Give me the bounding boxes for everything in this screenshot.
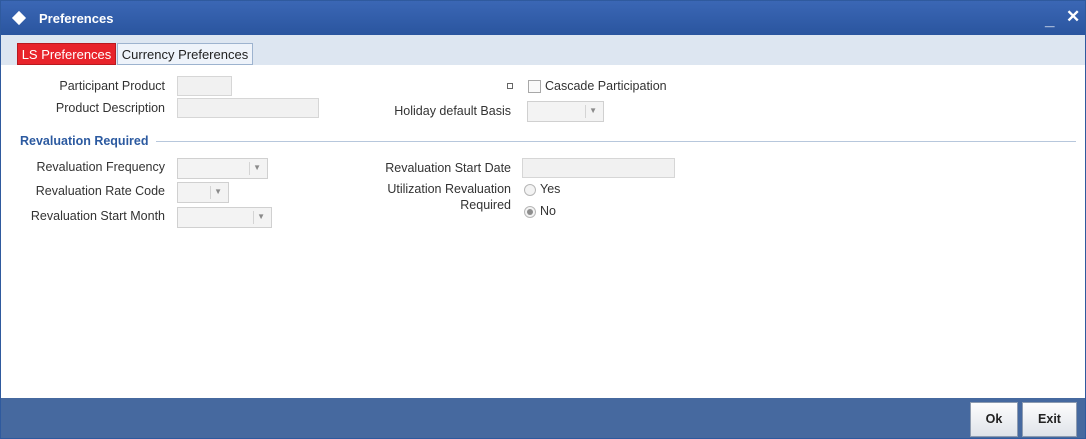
close-button[interactable]: ✕ [1066, 7, 1080, 27]
cascade-participation-label: Cascade Participation [545, 79, 667, 93]
chevron-down-icon: ▼ [214, 187, 222, 196]
exit-button[interactable]: Exit [1022, 402, 1077, 437]
tab-currency-preferences[interactable]: Currency Preferences [117, 43, 253, 65]
product-description-label: Product Description [55, 101, 165, 115]
title-bar: Preferences _ ✕ [1, 1, 1085, 35]
footer-bar [1, 398, 1085, 438]
chevron-down-icon: ▼ [589, 106, 597, 115]
revaluation-start-date-label: Revaluation Start Date [385, 161, 511, 175]
revaluation-frequency-select[interactable]: ▼ [177, 158, 268, 179]
window-diamond-icon [11, 10, 27, 26]
tab-bar: LS Preferences Currency Preferences [1, 35, 1085, 65]
participant-product-input[interactable] [177, 76, 232, 96]
product-description-input[interactable] [177, 98, 319, 118]
revaluation-start-month-label: Revaluation Start Month [30, 209, 165, 223]
chevron-down-icon: ▼ [253, 163, 261, 172]
revaluation-start-month-select[interactable]: ▼ [177, 207, 272, 228]
cascade-participation-checkbox[interactable] [528, 80, 541, 93]
utilization-yes-radio[interactable] [524, 184, 536, 196]
tab-ls-preferences[interactable]: LS Preferences [17, 43, 116, 65]
utilization-no-radio[interactable] [524, 206, 536, 218]
holiday-default-basis-label: Holiday default Basis [394, 104, 511, 118]
participant-product-label: Participant Product [59, 79, 165, 93]
revaluation-rate-code-label: Revaluation Rate Code [35, 184, 165, 198]
utilization-revaluation-label-required: Required [460, 198, 511, 212]
revaluation-rate-code-select[interactable]: ▼ [177, 182, 229, 203]
utilization-no-label: No [540, 204, 556, 218]
select-separator [585, 105, 586, 118]
select-separator [249, 162, 250, 175]
preferences-window: Preferences _ ✕ LS Preferences Currency … [0, 0, 1086, 439]
select-separator [253, 211, 254, 224]
select-separator [210, 186, 211, 199]
holiday-default-basis-select[interactable]: ▼ [527, 101, 604, 122]
revaluation-start-date-input[interactable] [522, 158, 675, 178]
ok-button[interactable]: Ok [970, 402, 1018, 437]
field-marker-icon [507, 83, 513, 89]
section-divider [156, 141, 1076, 142]
window-title: Preferences [39, 11, 114, 26]
revaluation-frequency-label: Revaluation Frequency [36, 160, 165, 174]
chevron-down-icon: ▼ [257, 212, 265, 221]
utilization-revaluation-label: Utilization Revaluation [387, 182, 511, 196]
minimize-button[interactable]: _ [1045, 10, 1054, 30]
utilization-yes-label: Yes [540, 182, 561, 196]
revaluation-section-title: Revaluation Required [20, 134, 149, 148]
